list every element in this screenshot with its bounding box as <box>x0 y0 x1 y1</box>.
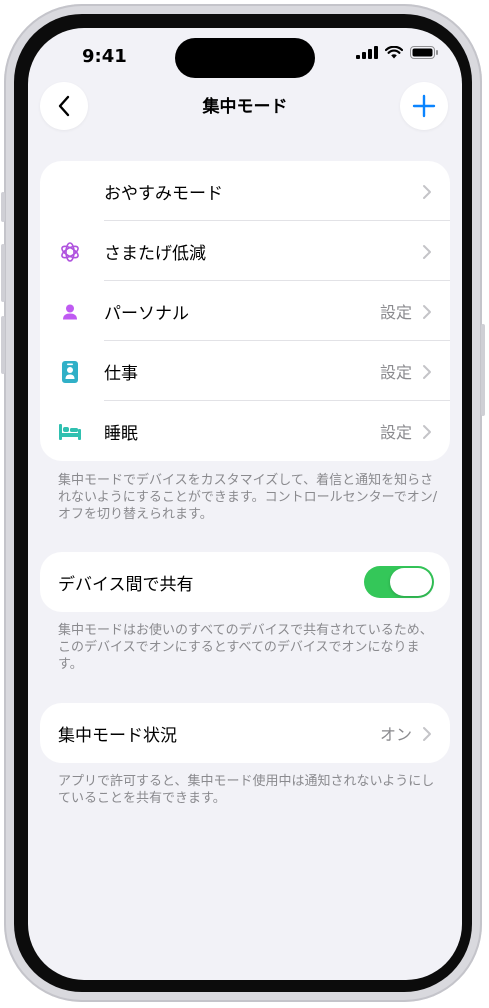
status-icons <box>356 46 438 59</box>
action-button <box>1 192 5 222</box>
focus-mode-row-reduce-interruptions[interactable]: さまたげ低減 <box>40 221 450 281</box>
share-across-devices-label: デバイス間で共有 <box>58 574 194 595</box>
bed-icon <box>58 420 82 444</box>
wifi-icon <box>385 46 403 59</box>
focus-status-row[interactable]: 集中モード状況 オン <box>40 703 450 763</box>
focus-status-card: 集中モード状況 オン <box>40 703 450 763</box>
focus-mode-label: 仕事 <box>104 363 138 384</box>
flower-icon <box>58 240 82 264</box>
side-button <box>481 324 485 416</box>
focus-mode-row-sleep[interactable]: 睡眠 設定 <box>40 401 450 461</box>
focus-mode-value: 設定 <box>379 363 412 382</box>
share-across-devices-footnote: 集中モードはお使いのすべてのデバイスで共有されているため、このデバイスでオンにす… <box>58 623 433 672</box>
page-title: 集中モード <box>202 97 288 117</box>
plus-icon <box>412 94 436 118</box>
moon-icon <box>58 180 82 204</box>
dynamic-island <box>175 38 315 78</box>
focus-modes-footnote: 集中モードでデバイスをカスタマイズして、着信と通知を知らされないようにすることが… <box>58 473 438 522</box>
chevron-right-icon <box>423 245 431 259</box>
add-focus-button[interactable] <box>400 82 448 130</box>
focus-mode-label: おやすみモード <box>104 183 223 204</box>
badge-icon <box>58 360 82 384</box>
focus-status-label: 集中モード状況 <box>58 725 177 746</box>
focus-mode-value: 設定 <box>379 303 412 322</box>
focus-mode-row-work[interactable]: 仕事 設定 <box>40 341 450 401</box>
focus-status-footnote: アプリで許可すると、集中モード使用中は通知されないようにしていることを共有できま… <box>58 774 435 806</box>
share-across-devices-toggle[interactable] <box>364 566 434 598</box>
focus-status-value: オン <box>379 725 412 744</box>
chevron-right-icon <box>423 305 431 319</box>
focus-mode-value: 設定 <box>379 423 412 442</box>
chevron-right-icon <box>423 365 431 379</box>
cellular-signal-icon <box>356 46 378 59</box>
chevron-right-icon <box>423 185 431 199</box>
focus-mode-label: さまたげ低減 <box>104 243 206 264</box>
battery-icon <box>410 46 438 59</box>
volume-up-button <box>1 244 5 302</box>
share-across-devices-row: デバイス間で共有 <box>40 552 450 612</box>
status-time: 9:41 <box>82 46 127 67</box>
person-icon <box>58 300 82 324</box>
focus-mode-label: パーソナル <box>104 303 189 324</box>
volume-down-button <box>1 316 5 374</box>
focus-mode-row-do-not-disturb[interactable]: おやすみモード <box>40 161 450 221</box>
chevron-right-icon <box>423 727 431 741</box>
focus-modes-list: おやすみモード さまたげ低減 パーソナル 設定 仕事 設定 睡眠 設定 <box>40 161 450 461</box>
chevron-right-icon <box>423 425 431 439</box>
screen: 9:41 集中モード おやすみモード さまたげ低減 パーソナル 設定 仕事 設定… <box>28 28 462 980</box>
focus-mode-row-personal[interactable]: パーソナル 設定 <box>40 281 450 341</box>
toggle-knob <box>390 568 432 596</box>
focus-mode-label: 睡眠 <box>104 423 138 444</box>
share-across-devices-card: デバイス間で共有 <box>40 552 450 612</box>
